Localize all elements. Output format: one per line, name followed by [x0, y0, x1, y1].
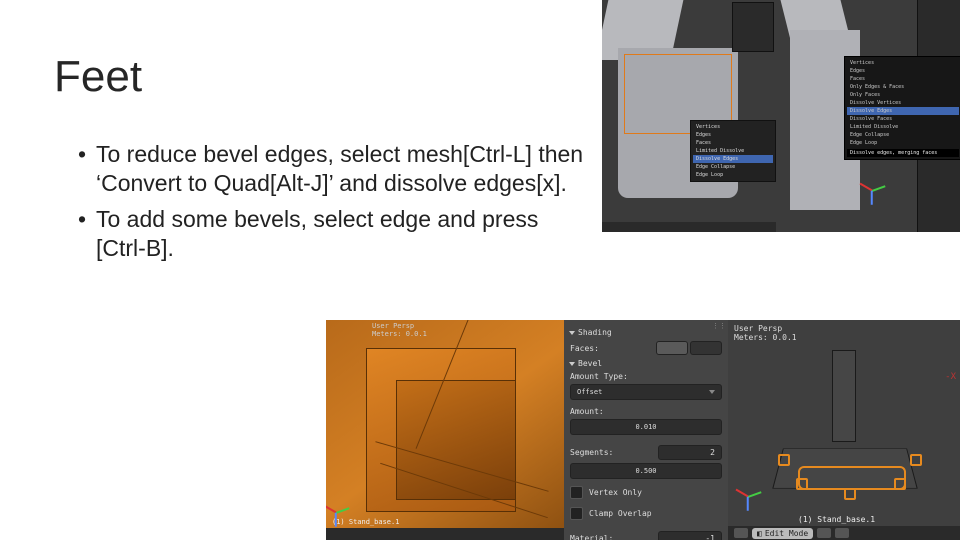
meters-label: Meters: 0.0.1 — [372, 330, 427, 338]
axis-gizmo-icon — [868, 180, 890, 202]
object-caption: (1) Stand_base.1 — [332, 518, 399, 526]
popup-item[interactable]: Edge Collapse — [847, 131, 959, 139]
material-label: Material: — [570, 534, 613, 540]
context-menu: Vertices Edges Faces Limited Dissolve Di… — [690, 120, 776, 182]
viewport-footer — [326, 528, 564, 540]
top-screenshot-composite: Vertices Edges Faces Limited Dissolve Di… — [602, 0, 960, 232]
selected-edge-loop — [798, 466, 906, 490]
meters-label: Meters: 0.0.1 — [734, 333, 797, 342]
section-header[interactable]: Shading — [570, 328, 722, 337]
viewport-header: User Persp Meters: 0.0.1 — [372, 322, 427, 338]
section-title: Bevel — [578, 359, 602, 368]
screenshot-top-right: Vertices Edges Faces Only Edges & Faces … — [776, 0, 960, 232]
footer-button[interactable] — [734, 528, 748, 538]
dropdown-value: Offset — [577, 388, 602, 396]
cube-icon: ◧ — [757, 529, 762, 538]
popup-item[interactable]: Only Edges & Faces — [847, 83, 959, 91]
section-title: Shading — [578, 328, 612, 337]
delete-popup: Vertices Edges Faces Only Edges & Faces … — [844, 56, 960, 160]
menu-item-highlighted[interactable]: Dissolve Edges — [693, 155, 773, 163]
axis-gizmo-icon — [744, 486, 770, 512]
selected-vertex — [910, 454, 922, 466]
bullet-item: •To add some bevels, select edge and pre… — [78, 205, 588, 264]
mesh-pillar — [832, 350, 856, 442]
menu-item[interactable]: Edge Loop — [693, 171, 773, 179]
bullet-item: •To reduce bevel edges, select mesh[Ctrl… — [78, 140, 588, 199]
screenshot-bevel-viewport-shaded: User Persp Meters: 0.0.1 (1) Stand_base.… — [326, 320, 564, 540]
checkbox-label: Vertex Only — [589, 488, 642, 497]
slide-title: Feet — [54, 52, 142, 102]
viewport-footer: ◧Edit Mode — [728, 526, 960, 540]
amount-label: Amount: — [570, 407, 722, 416]
persp-label: User Persp — [372, 322, 414, 330]
profile-field[interactable]: 0.500 — [570, 463, 722, 479]
mode-selector[interactable]: ◧Edit Mode — [752, 528, 813, 539]
viewport-footer — [602, 222, 776, 232]
checkbox-icon — [570, 486, 583, 499]
footer-button[interactable] — [817, 528, 831, 538]
material-field[interactable]: -1 — [658, 531, 722, 540]
clamp-overlap-checkbox[interactable]: Clamp Overlap — [564, 503, 728, 524]
bevel-operator-panel: ⋮⋮ Shading Faces: Bevel Amount Type: Off… — [564, 320, 728, 540]
selected-vertex — [796, 478, 808, 490]
bullet-list: •To reduce bevel edges, select mesh[Ctrl… — [78, 140, 588, 270]
triangle-down-icon — [569, 362, 575, 366]
object-caption: (1) Stand_base.1 — [798, 515, 875, 524]
popup-item[interactable]: Faces — [847, 75, 959, 83]
popup-item[interactable]: Edge Loop — [847, 139, 959, 147]
menu-item[interactable]: Edge Collapse — [693, 163, 773, 171]
popup-item[interactable]: Limited Dissolve — [847, 123, 959, 131]
chevron-down-icon — [709, 390, 715, 394]
bullet-dot-icon: • — [78, 140, 96, 199]
bullet-text: To add some bevels, select edge and pres… — [96, 205, 588, 264]
amount-type-label: Amount Type: — [570, 372, 722, 381]
faces-toggle[interactable] — [656, 341, 722, 355]
selected-vertex — [844, 488, 856, 500]
triangle-down-icon — [569, 331, 575, 335]
selected-vertex — [894, 478, 906, 490]
bottom-screenshot-composite: User Persp Meters: 0.0.1 (1) Stand_base.… — [326, 320, 960, 540]
amount-field[interactable]: 0.010 — [570, 419, 722, 435]
shaded-mesh-face — [396, 380, 516, 500]
popup-item[interactable]: Only Faces — [847, 91, 959, 99]
segments-field[interactable]: 2 — [658, 445, 722, 460]
checkbox-icon — [570, 507, 583, 520]
menu-item[interactable]: Vertices — [693, 123, 773, 131]
menu-item[interactable]: Faces — [693, 139, 773, 147]
viewport-header: User Persp Meters: 0.0.1 — [728, 320, 960, 346]
persp-label: User Persp — [734, 324, 782, 333]
footer-button[interactable] — [835, 528, 849, 538]
selected-vertex — [778, 454, 790, 466]
popup-item[interactable]: Dissolve Vertices — [847, 99, 959, 107]
popup-item[interactable]: Vertices — [847, 59, 959, 67]
panel-grip-icon[interactable]: ⋮⋮ — [712, 322, 726, 330]
checkbox-label: Clamp Overlap — [589, 509, 652, 518]
segments-label: Segments: — [570, 448, 613, 457]
popup-item-highlighted[interactable]: Dissolve Edges — [847, 107, 959, 115]
menu-item[interactable]: Edges — [693, 131, 773, 139]
popup-tooltip: Dissolve edges, merging faces — [847, 149, 959, 157]
slide: Feet •To reduce bevel edges, select mesh… — [0, 0, 960, 540]
bullet-dot-icon: • — [78, 205, 96, 264]
popup-item[interactable]: Dissolve Faces — [847, 115, 959, 123]
bullet-text: To reduce bevel edges, select mesh[Ctrl-… — [96, 140, 588, 199]
vertex-only-checkbox[interactable]: Vertex Only — [564, 482, 728, 503]
amount-type-dropdown[interactable]: Offset — [570, 384, 722, 400]
menu-item[interactable]: Limited Dissolve — [693, 147, 773, 155]
properties-panel — [732, 2, 774, 52]
mode-label: Edit Mode — [765, 529, 808, 538]
section-header[interactable]: Bevel — [570, 359, 722, 368]
screenshot-top-left: Vertices Edges Faces Limited Dissolve Di… — [602, 0, 776, 232]
popup-item[interactable]: Edges — [847, 67, 959, 75]
screenshot-bevel-wireframe: User Persp Meters: 0.0.1 -X (1) Stand_ba… — [728, 320, 960, 540]
faces-label: Faces: — [570, 344, 599, 353]
